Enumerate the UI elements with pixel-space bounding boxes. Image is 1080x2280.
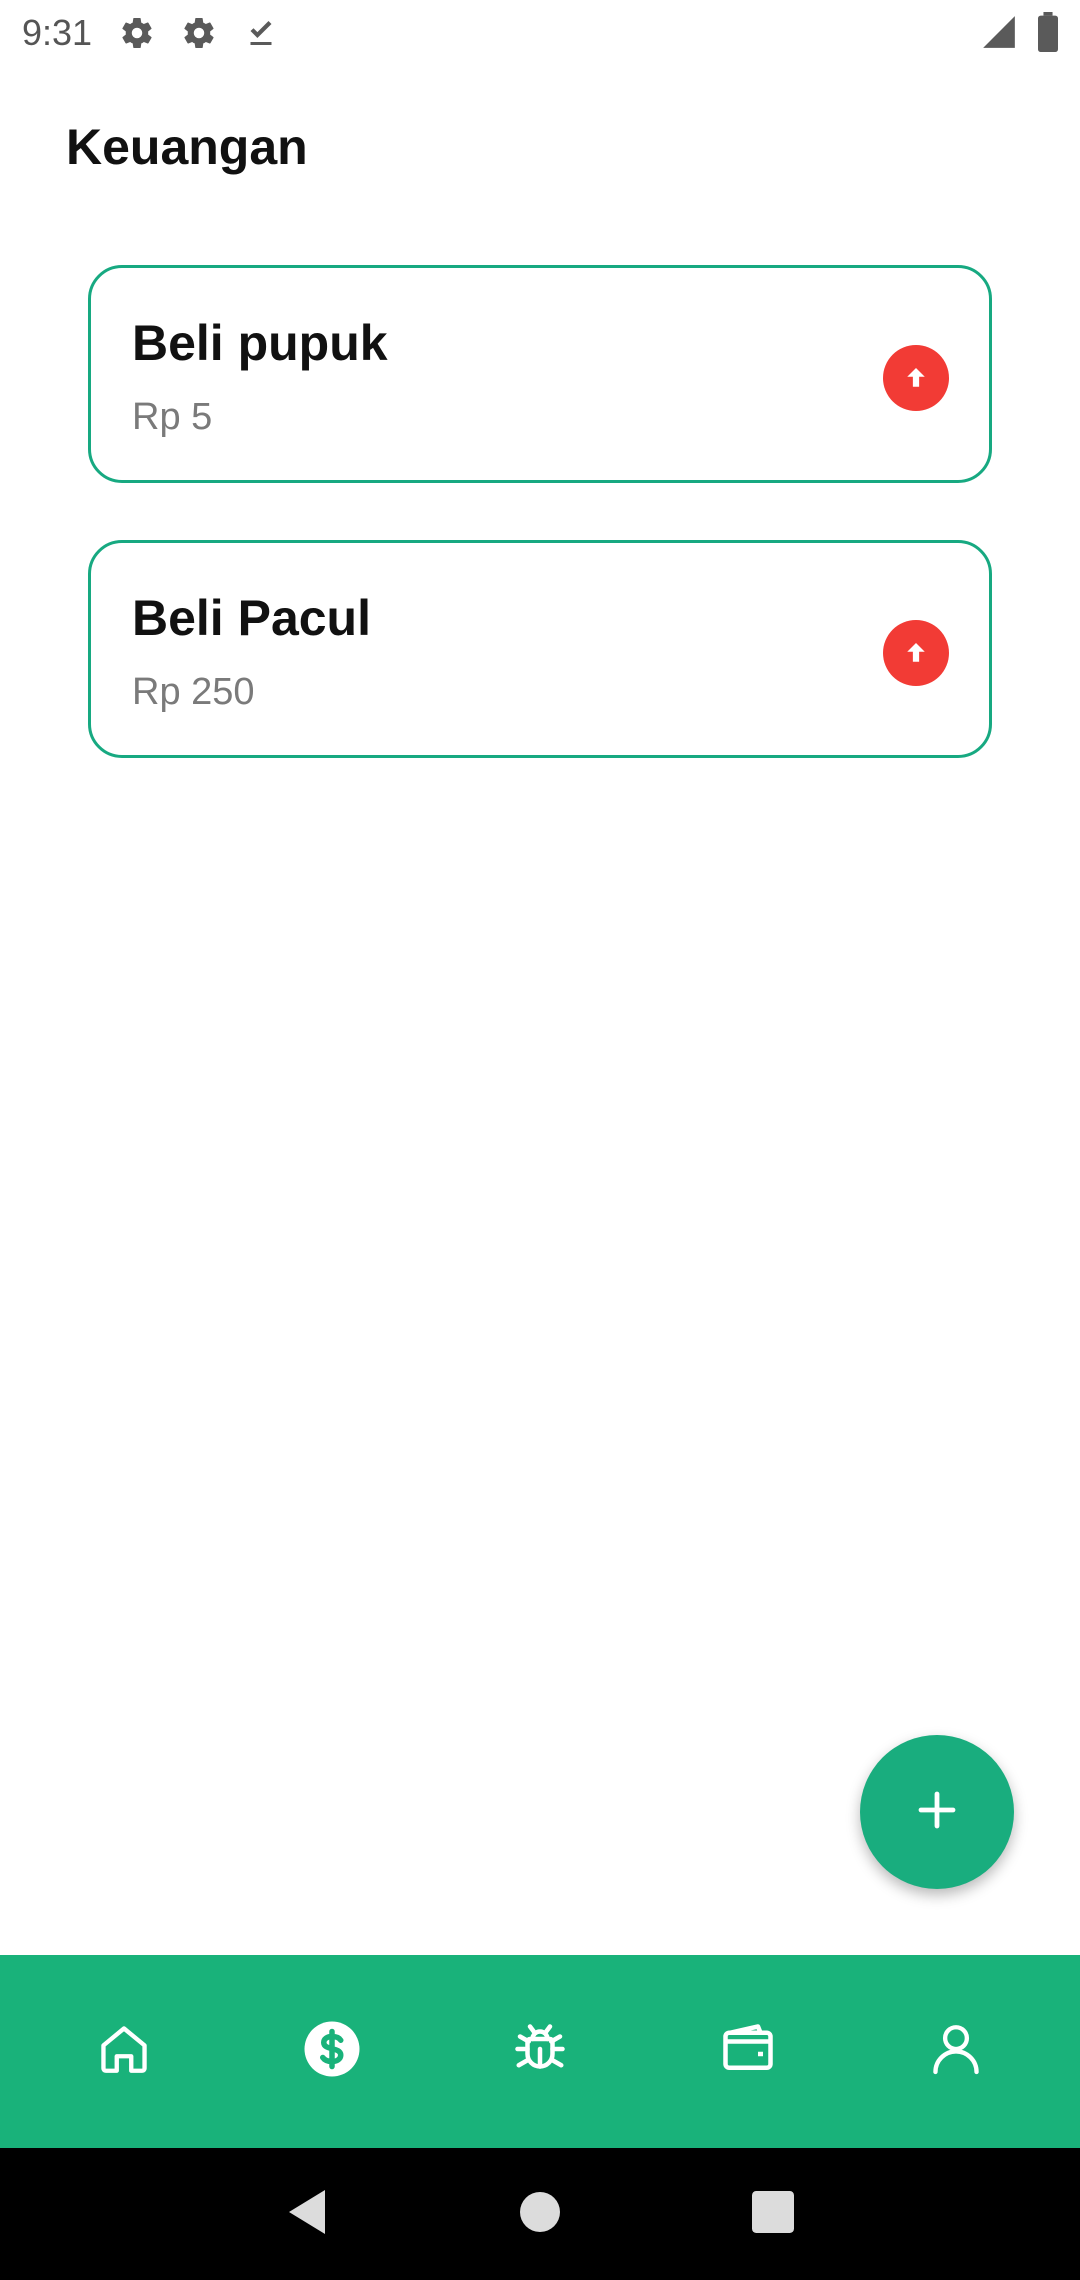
nav-wallet[interactable] <box>688 1992 808 2112</box>
transaction-title: Beli pupuk <box>132 315 388 371</box>
bottom-nav <box>0 1955 1080 2148</box>
download-done-icon <box>242 14 280 52</box>
system-home-button[interactable] <box>500 2174 580 2254</box>
arrow-up-icon <box>883 345 949 411</box>
recents-square-icon <box>752 2190 795 2238</box>
page-title: Keuangan <box>66 119 308 175</box>
plus-icon <box>913 1786 961 1839</box>
status-bar: 9:31 <box>0 0 1080 66</box>
battery-icon <box>1036 12 1060 57</box>
screen: 9:31 Keuangan Beli pupuk Rp 5 Beli Pacul <box>0 0 1080 2280</box>
transaction-amount: Rp 250 <box>132 671 255 713</box>
nav-finance[interactable] <box>272 1992 392 2112</box>
status-time: 9:31 <box>22 12 93 53</box>
bug-icon <box>510 2019 570 2084</box>
nav-profile[interactable] <box>896 1992 1016 2112</box>
system-back-button[interactable] <box>267 2174 347 2254</box>
status-right <box>980 12 1060 57</box>
transaction-card[interactable]: Beli Pacul Rp 250 <box>88 540 992 758</box>
back-triangle-icon <box>285 2188 329 2241</box>
transaction-card[interactable]: Beli pupuk Rp 5 <box>88 265 992 483</box>
dollar-circle-icon <box>302 2019 362 2084</box>
transaction-title: Beli Pacul <box>132 590 371 646</box>
home-icon <box>95 2020 153 2083</box>
arrow-up-icon <box>883 620 949 686</box>
gear-icon <box>118 14 156 52</box>
add-transaction-button[interactable] <box>860 1735 1014 1889</box>
user-icon <box>927 2020 985 2083</box>
home-circle-icon <box>518 2190 562 2239</box>
gear-icon <box>180 14 218 52</box>
nav-home[interactable] <box>64 1992 184 2112</box>
transaction-amount: Rp 5 <box>132 396 213 438</box>
nav-pests[interactable] <box>480 1992 600 2112</box>
signal-icon <box>980 13 1018 56</box>
wallet-icon <box>718 2019 778 2084</box>
system-nav-bar <box>0 2148 1080 2280</box>
system-recents-button[interactable] <box>733 2174 813 2254</box>
